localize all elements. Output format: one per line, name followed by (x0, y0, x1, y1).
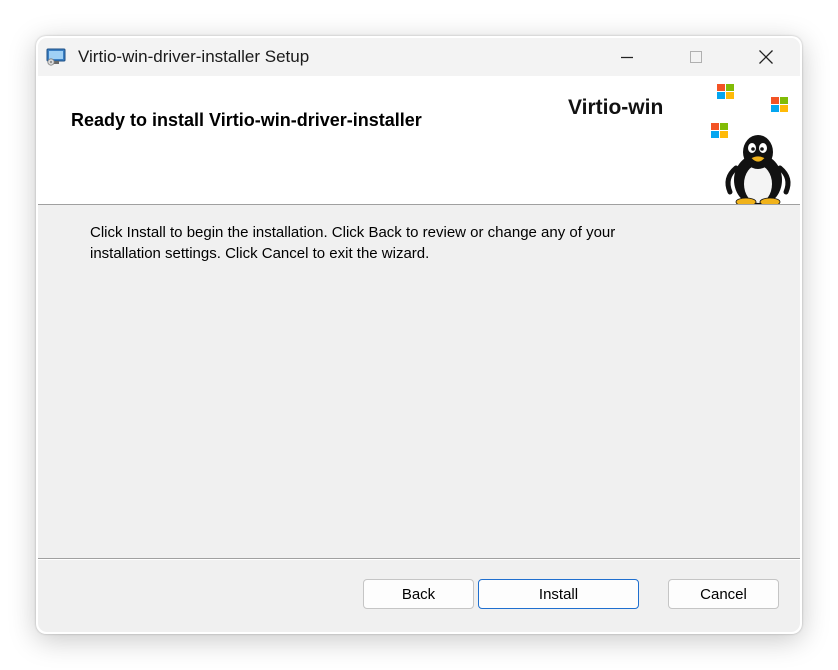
close-icon (759, 50, 773, 64)
maximize-button[interactable] (673, 38, 719, 76)
cancel-button[interactable]: Cancel (668, 579, 779, 609)
wizard-header: Ready to install Virtio-win-driver-insta… (38, 76, 800, 205)
minimize-button[interactable] (604, 38, 650, 76)
maximize-icon (690, 51, 702, 63)
window-title: Virtio-win-driver-installer Setup (78, 47, 310, 66)
instruction-line-2: installation settings. Click Cancel to e… (90, 245, 430, 262)
installer-app-icon (46, 48, 66, 66)
footer-divider (38, 558, 800, 560)
back-button[interactable]: Back (363, 579, 474, 609)
instruction-line-1: Click Install to begin the installation.… (90, 224, 616, 241)
brand-label: Virtio-win (568, 96, 664, 119)
install-button[interactable]: Install (478, 579, 639, 609)
instruction-text: Click Install to begin the installation.… (90, 222, 730, 264)
minimize-icon (621, 56, 633, 59)
setup-window: Virtio-win-driver-installer Setup Ready … (38, 38, 800, 632)
page-title: Ready to install Virtio-win-driver-insta… (71, 110, 422, 130)
title-bar[interactable]: Virtio-win-driver-installer Setup (38, 38, 800, 76)
close-button[interactable] (743, 38, 789, 76)
tux-windows-logo (711, 84, 791, 204)
